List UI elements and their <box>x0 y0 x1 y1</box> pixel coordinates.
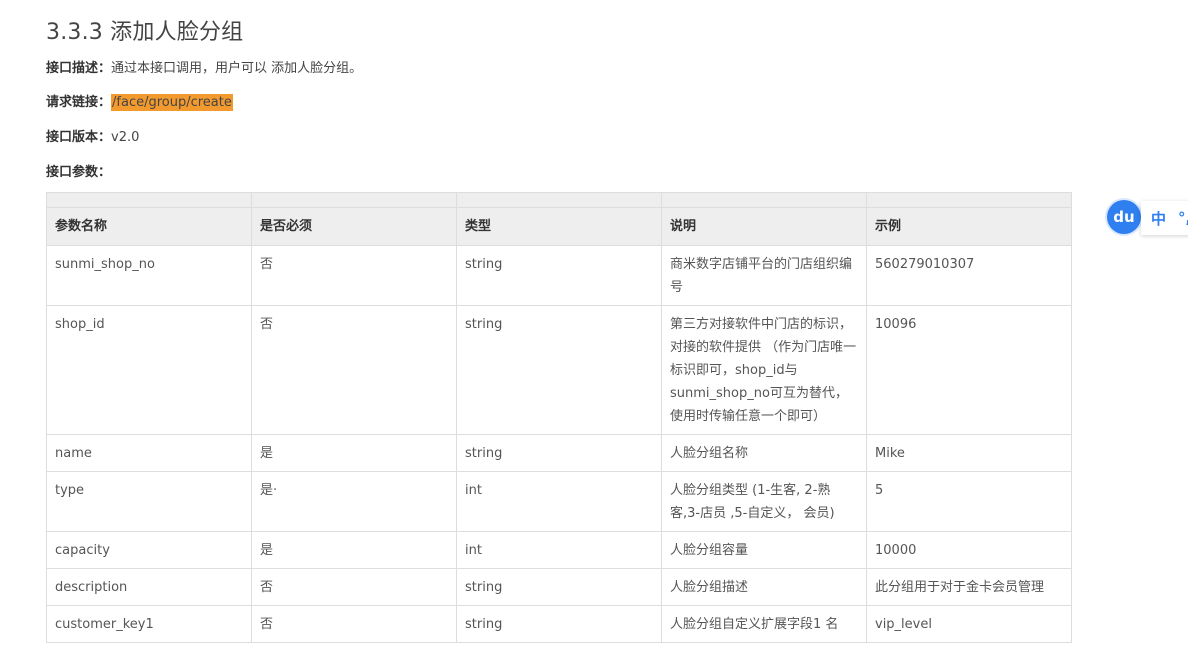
cell-param-name: sunmi_shop_no <box>46 245 252 306</box>
cell-description: 第三方对接软件中门店的标识，对接的软件提供 （作为门店唯一标识即可，shop_i… <box>661 305 867 435</box>
api-version-label: 接口版本： <box>46 130 112 145</box>
ime-punctuation-toggle[interactable]: °, <box>1178 209 1188 227</box>
api-description-value: 通过本接口调用，用户可以 添加人脸分组。 <box>111 61 363 76</box>
cell-required: 否 <box>251 568 457 606</box>
cell-type: int <box>456 471 662 532</box>
cell-param-name: capacity <box>46 531 252 569</box>
cell-param-name: name <box>46 434 252 472</box>
header-param-name: 参数名称 <box>46 207 252 246</box>
api-version-row: 接口版本：v2.0 <box>46 126 139 145</box>
cell-param-name: description <box>46 568 252 606</box>
header-required: 是否必须 <box>251 207 457 246</box>
cell-example: vip_level <box>866 605 1072 643</box>
cell-example: 此分组用于对于金卡会员管理 <box>866 568 1072 606</box>
cell-example: 5 <box>866 471 1072 532</box>
table-row: name 是 string 人脸分组名称 Mike <box>46 434 1072 472</box>
cell-type: string <box>456 305 662 435</box>
api-version-value: v2.0 <box>111 130 140 145</box>
table-header-row: 参数名称 是否必须 类型 说明 示例 <box>46 207 1072 246</box>
cell-required: 否 <box>251 245 457 306</box>
table-row: type 是· int 人脸分组类型 (1-生客, 2-熟客,3-店员 ,5-自… <box>46 471 1072 532</box>
header-description: 说明 <box>661 207 867 246</box>
api-params-row: 接口参数： <box>46 161 111 180</box>
baidu-ime-logo-icon[interactable]: du <box>1107 200 1141 234</box>
header-type: 类型 <box>456 207 662 246</box>
table-row: sunmi_shop_no 否 string 商米数字店铺平台的门店组织编号 5… <box>46 245 1072 306</box>
ime-badge-text: du <box>1113 208 1135 226</box>
cell-description: 人脸分组类型 (1-生客, 2-熟客,3-店员 ,5-自定义， 会员) <box>661 471 867 532</box>
cell-required: 否 <box>251 305 457 435</box>
ime-toolbar[interactable]: 中 °, <box>1141 201 1188 235</box>
cell-required: 是 <box>251 531 457 569</box>
api-url-label: 请求链接： <box>46 95 112 110</box>
params-table: 参数名称 是否必须 类型 说明 示例 sunmi_shop_no 否 strin… <box>46 192 1072 643</box>
cell-required: 是· <box>251 471 457 532</box>
api-url-row: 请求链接：/face/group/create <box>46 91 233 111</box>
api-url-value[interactable]: /face/group/create <box>111 94 233 111</box>
cell-type: string <box>456 434 662 472</box>
cell-example: Mike <box>866 434 1072 472</box>
cell-type: string <box>456 245 662 306</box>
header-example: 示例 <box>866 207 1072 246</box>
section-heading: 3.3.3 添加人脸分组 <box>46 20 244 45</box>
table-row: description 否 string 人脸分组描述 此分组用于对于金卡会员管… <box>46 568 1072 606</box>
cell-required: 是 <box>251 434 457 472</box>
cell-param-name: customer_key1 <box>46 605 252 643</box>
table-spacer-row <box>46 192 1072 208</box>
table-row: capacity 是 int 人脸分组容量 10000 <box>46 531 1072 569</box>
cell-description: 人脸分组自定义扩展字段1 名 <box>661 605 867 643</box>
api-description-label: 接口描述： <box>46 61 112 76</box>
cell-example: 10000 <box>866 531 1072 569</box>
table-row: shop_id 否 string 第三方对接软件中门店的标识，对接的软件提供 （… <box>46 305 1072 435</box>
cell-description: 人脸分组名称 <box>661 434 867 472</box>
cell-description: 人脸分组描述 <box>661 568 867 606</box>
cell-example: 560279010307 <box>866 245 1072 306</box>
table-row: customer_key1 否 string 人脸分组自定义扩展字段1 名 vi… <box>46 605 1072 643</box>
api-description-row: 接口描述：通过本接口调用，用户可以 添加人脸分组。 <box>46 57 362 76</box>
cell-type: int <box>456 531 662 569</box>
api-params-label: 接口参数： <box>46 165 112 180</box>
cell-description: 人脸分组容量 <box>661 531 867 569</box>
cell-required: 否 <box>251 605 457 643</box>
cell-param-name: shop_id <box>46 305 252 435</box>
cell-description: 商米数字店铺平台的门店组织编号 <box>661 245 867 306</box>
cell-param-name: type <box>46 471 252 532</box>
cell-type: string <box>456 605 662 643</box>
cell-example: 10096 <box>866 305 1072 435</box>
ime-mode-toggle[interactable]: 中 <box>1151 208 1166 229</box>
cell-type: string <box>456 568 662 606</box>
